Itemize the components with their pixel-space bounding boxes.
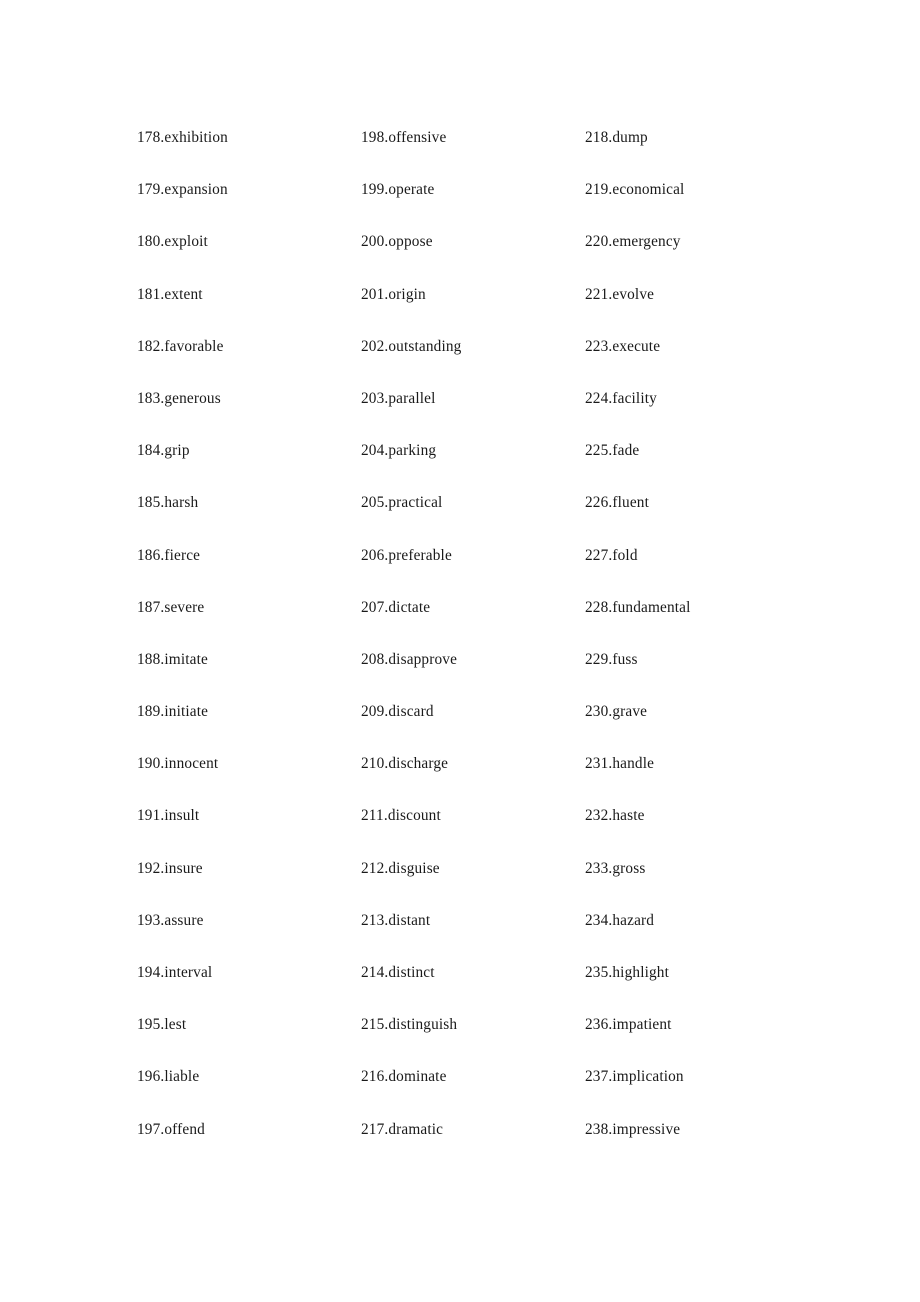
word-entry: 207.dictate <box>361 598 431 616</box>
word-entry: 189.initiate <box>137 703 209 721</box>
word-entry: 183.generous <box>137 389 221 407</box>
word-entry: 214.distinct <box>361 964 435 981</box>
word-entry: 195.lest <box>137 1016 187 1034</box>
word-entry: 237.implication <box>585 1068 684 1086</box>
word-entry: 234.hazard <box>585 911 655 929</box>
word-entry: 229.fuss <box>585 650 638 668</box>
vocabulary-word-grid: 178.exhibition 198.offensive 218.dump 179.e… <box>137 128 837 1172</box>
word-entry: 227.fold <box>585 546 638 564</box>
word-entry: 201.origin <box>361 285 426 303</box>
word-entry: 236.impatient <box>585 1016 672 1034</box>
word-entry: 213.distant <box>361 911 431 929</box>
word-entry: 221.evolve <box>585 285 655 303</box>
word-entry: 190.innocent <box>137 755 219 773</box>
word-entry: 238.impressive <box>585 1120 681 1138</box>
word-entry: 196.liable <box>137 1068 200 1086</box>
word-entry: 232.haste <box>585 807 645 825</box>
word-entry: 182.favorable <box>137 337 224 355</box>
word-entry: 197.offend <box>137 1120 205 1138</box>
word-entry: 228.fundamental <box>585 598 691 616</box>
word-entry: 186.fierce <box>137 546 201 564</box>
word-entry: 185.harsh <box>137 494 199 512</box>
word-entry: 200.oppose <box>361 233 433 251</box>
word-entry: 191.insult <box>137 807 200 825</box>
word-entry: 202.outstanding <box>361 337 462 355</box>
word-entry: 211.discount <box>361 807 441 825</box>
word-entry: 208.disapprove <box>361 650 458 668</box>
word-entry: 217.dramatic <box>361 1120 444 1138</box>
word-entry: 184.grip <box>137 442 190 460</box>
word-entry: 225.fade <box>585 442 640 460</box>
word-entry: 223.execute <box>585 337 661 355</box>
word-entry: 219.economical <box>585 181 685 199</box>
word-entry: 210.discharge <box>361 755 449 773</box>
word-entry: 233.gross <box>585 859 646 877</box>
word-entry: 235.highlight <box>585 964 670 981</box>
word-entry: 181.extent <box>137 285 203 303</box>
word-entry: 231.handle <box>585 755 655 773</box>
word-entry: 224.facility <box>585 389 657 407</box>
word-entry: 220.emergency <box>585 233 681 251</box>
word-entry: 180.exploit <box>137 233 208 251</box>
word-entry: 194.interval <box>137 964 213 981</box>
word-entry: 212.disguise <box>361 859 440 877</box>
word-entry: 199.operate <box>361 181 435 199</box>
word-entry: 193.assure <box>137 911 204 929</box>
document-page: 178.exhibition 198.offensive 218.dump 179.e… <box>0 0 920 1302</box>
word-entry: 206.preferable <box>361 546 452 564</box>
word-entry: 230.grave <box>585 703 648 721</box>
word-entry: 187.severe <box>137 598 205 616</box>
word-entry: 216.dominate <box>361 1068 447 1086</box>
word-entry: 203.parallel <box>361 389 436 407</box>
word-entry: 226.fluent <box>585 494 649 512</box>
word-entry: 192.insure <box>137 859 203 877</box>
word-entry: 204.parking <box>361 442 437 460</box>
word-entry: 209.discard <box>361 703 434 721</box>
word-entry: 198.offensive <box>361 129 447 146</box>
word-entry: 179.expansion <box>137 181 228 199</box>
word-entry: 205.practical <box>361 494 443 512</box>
word-entry: 218.dump <box>585 129 648 146</box>
word-entry: 215.distinguish <box>361 1016 458 1034</box>
word-entry: 188.imitate <box>137 650 208 668</box>
word-entry: 178.exhibition <box>137 129 228 146</box>
